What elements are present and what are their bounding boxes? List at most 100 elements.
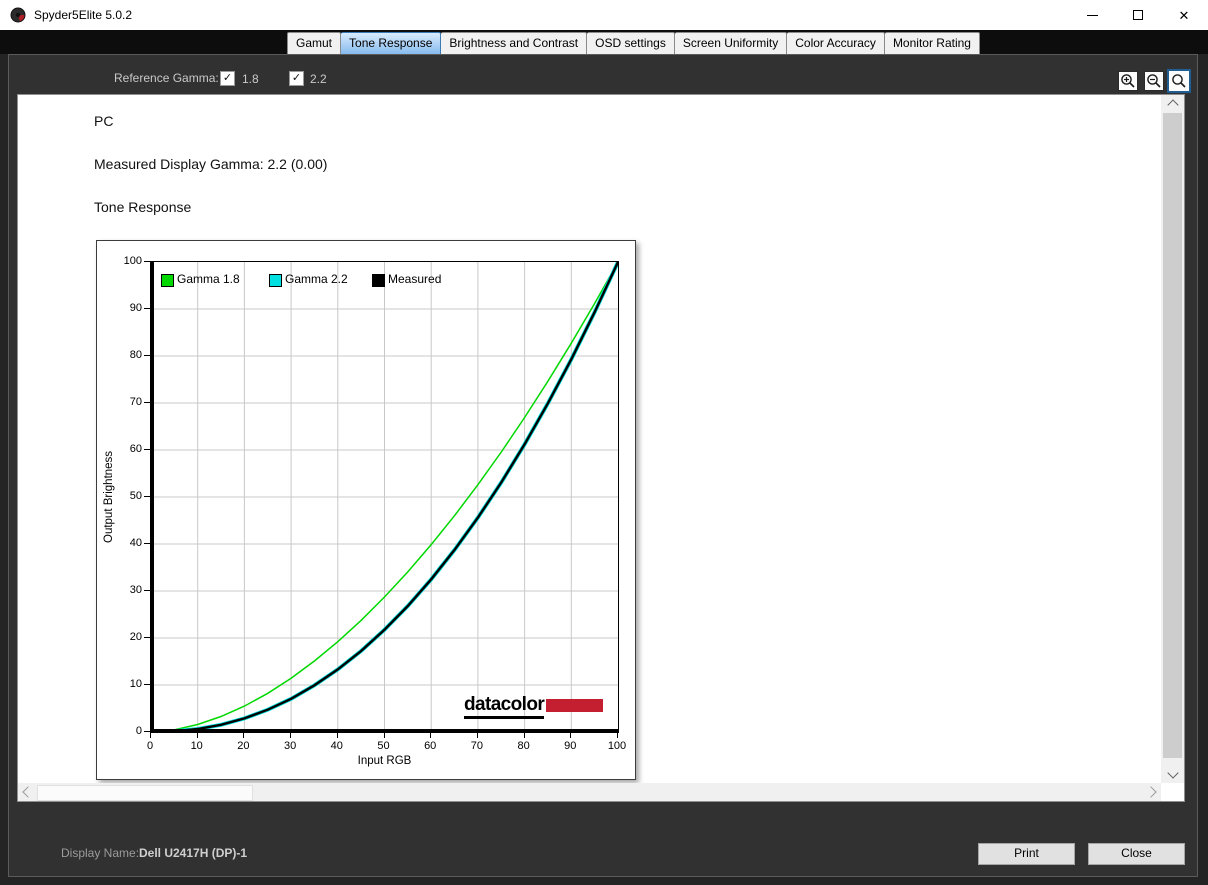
x-tick-label: 20 [237, 740, 250, 752]
x-tick-label: 50 [377, 740, 390, 752]
x-tick-label: 30 [283, 740, 297, 752]
report-panel: PC Measured Display Gamma: 2.2 (0.00) To… [18, 95, 1161, 783]
y-tick [144, 355, 150, 356]
magnifier-minus-icon [1147, 74, 1161, 88]
x-tick [476, 733, 478, 738]
scrollbar-corner [1161, 783, 1184, 801]
x-tick [196, 733, 198, 738]
legend-label: Gamma 2.2 [285, 272, 348, 286]
x-tick [430, 733, 432, 738]
tone-response-chart: Output Brightness Input RGB datacolor 01… [96, 240, 636, 780]
tab-tone-response[interactable]: Tone Response [341, 32, 442, 55]
zoom-in-button[interactable] [1118, 71, 1138, 91]
y-tick-label: 50 [129, 490, 142, 502]
x-tick [243, 733, 245, 738]
y-tick-label: 30 [129, 584, 142, 596]
reference-gamma-option-label: 1.8 [242, 72, 259, 86]
legend-label: Measured [388, 272, 442, 286]
legend-swatch-measured [372, 274, 385, 287]
x-tick-label: 100 [607, 740, 627, 752]
datacolor-logo-bar [546, 699, 604, 712]
tab-brightness-and-contrast[interactable]: Brightness and Contrast [441, 32, 588, 55]
scroll-left-button[interactable] [18, 783, 35, 801]
x-tick [523, 733, 525, 738]
vertical-scrollbar-thumb[interactable] [1163, 113, 1182, 758]
app-icon [10, 7, 26, 23]
x-tick [570, 733, 572, 738]
x-tick-label: 40 [330, 740, 343, 752]
minimize-icon [1086, 14, 1098, 16]
maximize-icon [1133, 10, 1143, 20]
print-button[interactable]: Print [978, 843, 1075, 865]
x-tick-label: 80 [517, 740, 530, 752]
display-name-label: Display Name: [61, 846, 140, 860]
curves-canvas [151, 262, 618, 732]
x-tick [336, 733, 338, 738]
measured-gamma-text: Measured Display Gamma: 2.2 (0.00) [94, 156, 328, 172]
minimize-button[interactable] [1069, 0, 1115, 30]
y-tick [144, 449, 150, 450]
datacolor-logo-text: datacolor [464, 695, 545, 719]
chevron-left-icon [22, 786, 34, 798]
y-tick-label: 90 [129, 302, 142, 314]
y-tick [144, 590, 150, 591]
scroll-down-button[interactable] [1161, 766, 1184, 783]
y-tick-label: 20 [129, 631, 142, 643]
tab-osd-settings[interactable]: OSD settings [587, 32, 675, 55]
y-tick-label: 10 [129, 678, 142, 690]
y-tick-label: 60 [129, 443, 142, 455]
maximize-button[interactable] [1115, 0, 1161, 30]
main-frame: Reference Gamma: PC Measured Display Gam… [8, 54, 1198, 877]
x-tick-label: 70 [470, 740, 484, 752]
y-tick [144, 308, 150, 309]
legend-swatch-gamma-2.2 [269, 274, 282, 287]
y-tick-label: 0 [135, 725, 142, 737]
reference-gamma-checkbox-2-2[interactable]: ✓ [289, 71, 304, 86]
tab-color-accuracy[interactable]: Color Accuracy [787, 32, 885, 55]
title-bar: Spyder5Elite 5.0.2 ✕ [0, 0, 1208, 30]
y-tick [144, 496, 150, 497]
y-tick [144, 684, 150, 685]
y-tick [144, 261, 150, 262]
y-tick-label: 100 [123, 255, 142, 267]
close-dialog-button[interactable]: Close [1088, 843, 1185, 865]
y-tick-label: 70 [129, 396, 142, 408]
y-tick [144, 731, 150, 732]
tab-gamut[interactable]: Gamut [287, 32, 342, 55]
x-tick-label: 0 [146, 740, 154, 752]
horizontal-scrollbar[interactable] [18, 783, 1161, 801]
x-tick [383, 733, 385, 738]
close-button[interactable]: ✕ [1161, 0, 1207, 30]
window-title: Spyder5Elite 5.0.2 [34, 8, 133, 22]
scroll-up-button[interactable] [1161, 95, 1184, 112]
x-tick [150, 733, 151, 738]
y-tick [144, 402, 150, 403]
scroll-right-button[interactable] [1144, 783, 1161, 801]
horizontal-scrollbar-thumb[interactable] [37, 785, 253, 801]
platform-heading: PC [94, 113, 114, 129]
tab-monitor-rating[interactable]: Monitor Rating [884, 32, 980, 55]
x-tick [617, 733, 618, 738]
plot-area [150, 261, 619, 733]
section-heading: Tone Response [94, 199, 192, 215]
close-icon: ✕ [1178, 7, 1190, 23]
content-area: PC Measured Display Gamma: 2.2 (0.00) To… [17, 94, 1185, 802]
y-tick-label: 40 [129, 537, 142, 549]
x-tick-label: 10 [190, 740, 203, 752]
chevron-up-icon [1166, 99, 1179, 111]
zoom-reset-button[interactable] [1167, 69, 1191, 93]
reference-gamma-label: Reference Gamma: [114, 71, 219, 85]
legend-label: Gamma 1.8 [177, 272, 240, 286]
datacolor-logo: datacolor [464, 695, 604, 719]
reference-gamma-checkbox-1-8[interactable]: ✓ [220, 71, 235, 86]
zoom-out-button[interactable] [1144, 71, 1164, 91]
magnifier-icon [1172, 74, 1186, 88]
tab-screen-uniformity[interactable]: Screen Uniformity [674, 32, 788, 55]
y-tick [144, 543, 150, 544]
y-tick-label: 80 [129, 349, 142, 361]
y-tick [144, 637, 150, 638]
chevron-down-icon [1166, 767, 1179, 779]
display-name-value: Dell U2417H (DP)-1 [139, 846, 248, 860]
vertical-scrollbar[interactable] [1161, 95, 1184, 783]
chevron-right-icon [1145, 786, 1157, 798]
